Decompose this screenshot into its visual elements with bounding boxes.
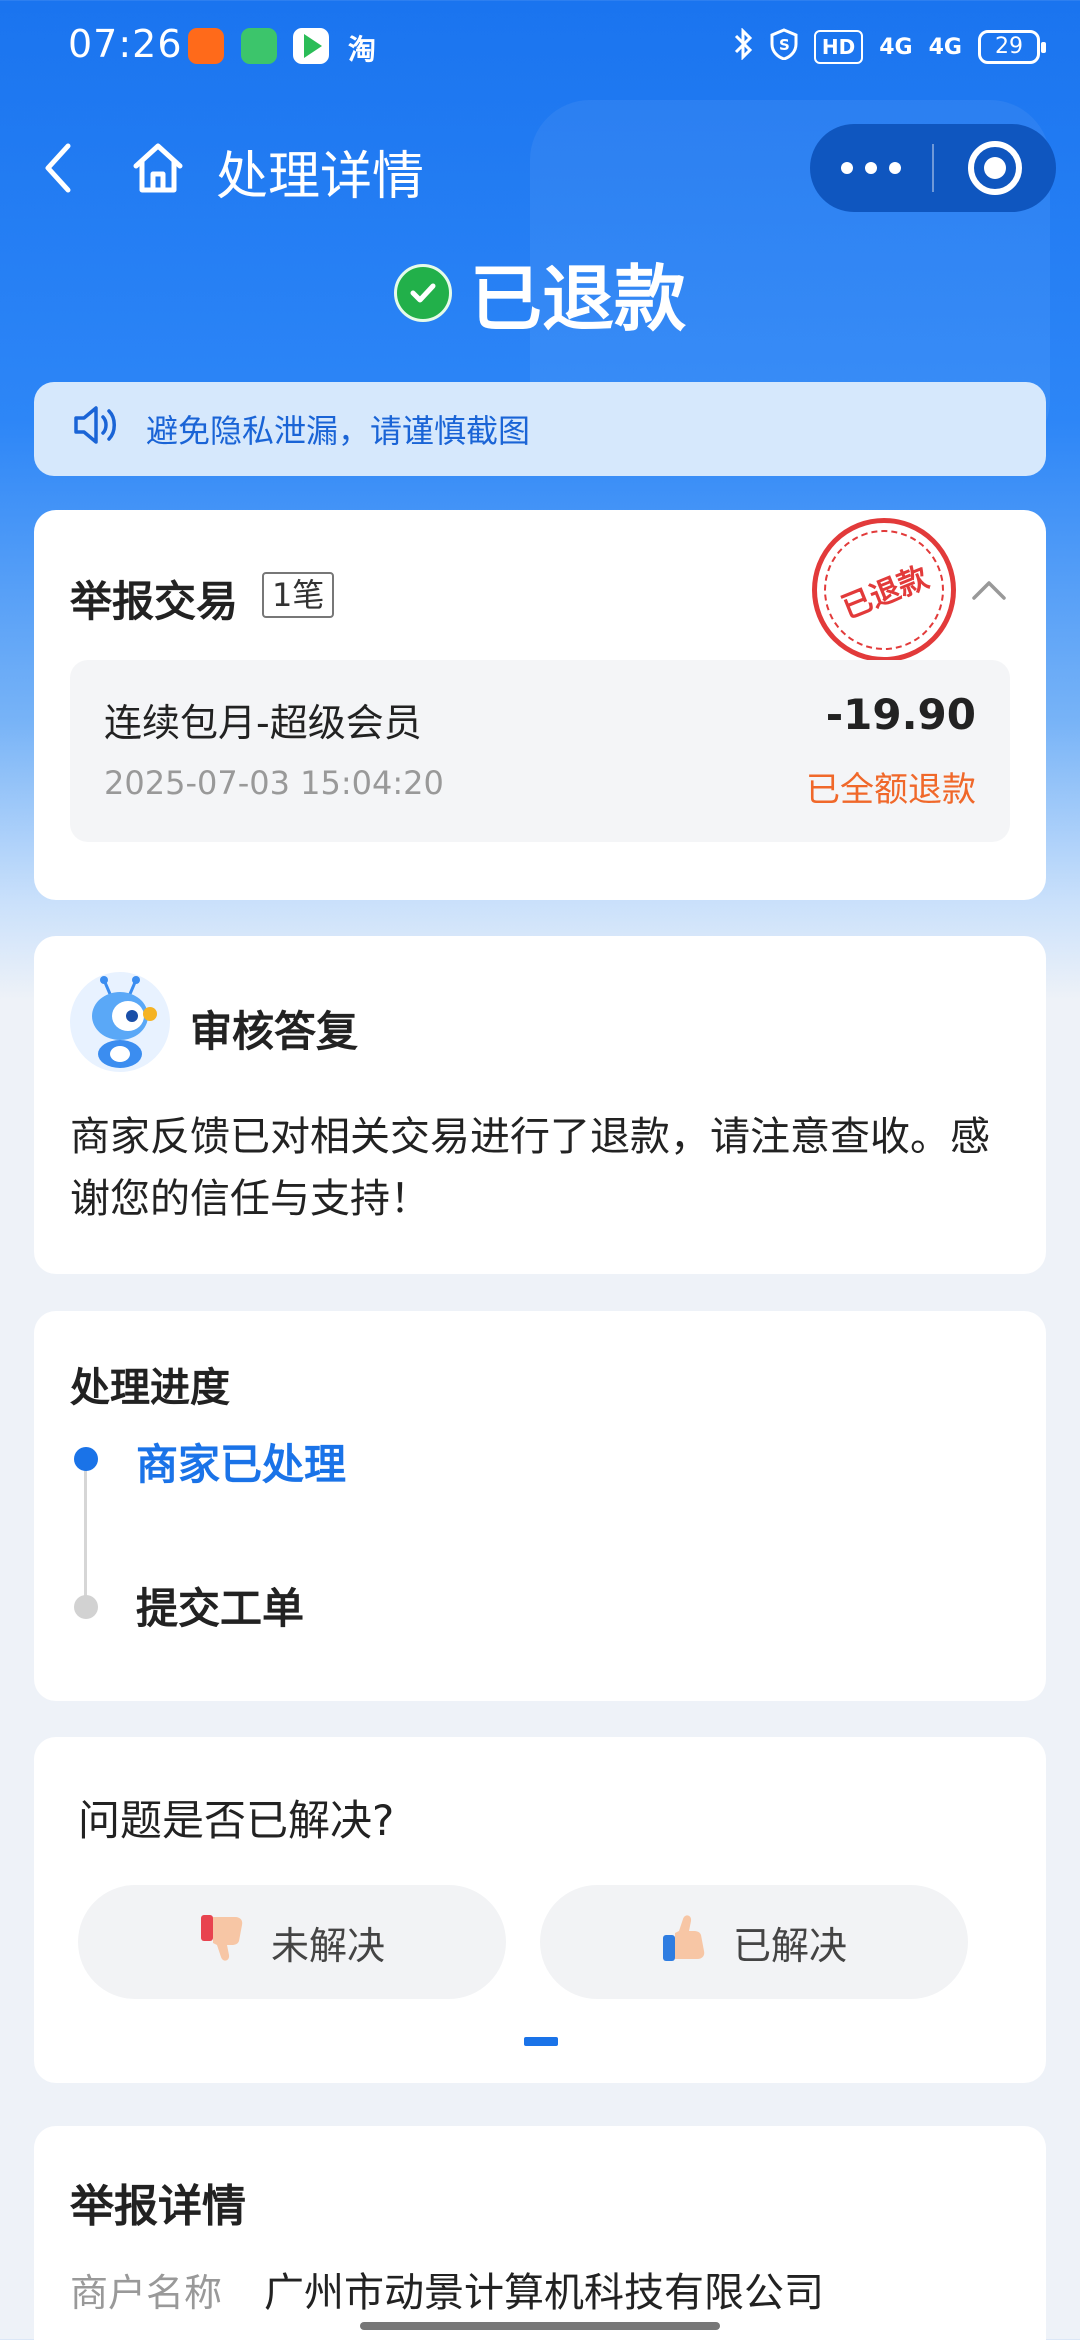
review-reply-card: 审核答复 商家反馈已对相关交易进行了退款，请注意查收。感谢您的信任与支持！ xyxy=(34,936,1046,1274)
speaker-icon xyxy=(72,403,120,455)
progress-timeline-line xyxy=(84,1459,87,1607)
page-title: 处理详情 xyxy=(216,147,425,207)
check-circle-icon xyxy=(393,263,452,322)
signal-4g-1: 4G xyxy=(879,34,913,60)
thumbs-up-icon xyxy=(661,1911,711,1974)
messages-icon xyxy=(241,28,277,64)
progress-step-merchant-processed: 商家已处理 xyxy=(136,1440,347,1489)
transaction-amount: -19.90 xyxy=(825,690,976,739)
home-icon xyxy=(133,143,183,193)
thumbs-down-icon xyxy=(199,1911,249,1974)
kuaishou-icon xyxy=(188,28,224,64)
more-dot-icon xyxy=(889,162,901,174)
refund-status-header: 已退款 xyxy=(0,240,1080,345)
chevron-up-icon[interactable] xyxy=(970,576,1008,604)
refunded-stamp-text: 已退款 xyxy=(805,511,963,669)
status-indicators: S HD 4G 4G 29 xyxy=(732,27,1046,66)
back-button[interactable] xyxy=(36,138,86,198)
taobao-icon: 淘 xyxy=(348,33,377,66)
home-button[interactable] xyxy=(130,140,186,196)
chevron-left-icon xyxy=(45,143,71,193)
home-indicator[interactable] xyxy=(360,2322,720,2330)
transaction-section-title: 举报交易 xyxy=(70,577,239,626)
more-dot-icon xyxy=(865,162,877,174)
bluetooth-icon xyxy=(732,27,754,66)
shield-s-icon: S xyxy=(770,28,798,66)
merchant-name-value: 广州市动景计算机科技有限公司 xyxy=(264,2270,824,2316)
solved-button[interactable]: 已解决 xyxy=(540,1885,968,1999)
status-bar: 07:26 淘 S HD 4G 4G 29 xyxy=(0,0,1080,100)
review-reply-body: 商家反馈已对相关交易进行了退款，请注意查收。感谢您的信任与支持！ xyxy=(70,1114,990,1222)
more-dot-icon xyxy=(841,162,853,174)
navigation-bar: 处理详情 xyxy=(0,110,1080,220)
progress-dot-inactive xyxy=(74,1595,98,1619)
more-button[interactable] xyxy=(810,124,932,212)
report-detail-card: 举报详情 商户名称 广州市动景计算机科技有限公司 xyxy=(34,2126,1046,2340)
unsolved-label: 未解决 xyxy=(270,1923,385,1968)
resolution-feedback-card: 问题是否已解决? 未解决 已解决 xyxy=(34,1737,1046,2083)
refunded-stamp: 已退款 xyxy=(805,511,963,669)
processing-progress-card: 处理进度 商家已处理 提交工单 xyxy=(34,1311,1046,1701)
battery-indicator: 29 xyxy=(978,30,1046,64)
svg-text:S: S xyxy=(779,36,790,54)
transaction-time: 2025-07-03 15:04:20 xyxy=(104,764,444,802)
merchant-name-label: 商户名称 xyxy=(70,2271,223,2315)
transaction-row[interactable]: 连续包月-超级会员 -19.90 2025-07-03 15:04:20 已全额… xyxy=(70,660,1010,842)
target-icon xyxy=(968,141,1022,195)
progress-title: 处理进度 xyxy=(70,1365,230,1411)
progress-dot-active xyxy=(74,1447,98,1471)
ant-robot-avatar xyxy=(70,972,170,1072)
progress-step-submit-ticket: 提交工单 xyxy=(136,1584,305,1633)
status-time: 07:26 xyxy=(68,22,183,66)
close-mini-program-button[interactable] xyxy=(934,124,1056,212)
mini-program-capsule xyxy=(810,124,1056,212)
hd-badge: HD xyxy=(813,30,864,64)
review-reply-title: 审核答复 xyxy=(190,1007,359,1056)
transaction-item-name: 连续包月-超级会员 xyxy=(104,701,422,745)
privacy-notice-text: 避免隐私泄漏，请谨慎截图 xyxy=(146,412,531,450)
unsolved-button[interactable]: 未解决 xyxy=(78,1885,506,1999)
privacy-notice: 避免隐私泄漏，请谨慎截图 xyxy=(34,382,1046,476)
transaction-refund-status: 已全额退款 xyxy=(806,770,976,810)
video-icon xyxy=(293,28,329,64)
signal-4g-2: 4G xyxy=(928,34,962,60)
report-detail-title: 举报详情 xyxy=(70,2181,246,2232)
resolution-question: 问题是否已解决? xyxy=(78,1796,395,1845)
pager-indicator xyxy=(524,2037,558,2046)
refund-status-text: 已退款 xyxy=(469,257,686,341)
reported-transaction-card: 举报交易 1笔 已退款 连续包月-超级会员 -19.90 2025-07-03 … xyxy=(34,510,1046,900)
solved-label: 已解决 xyxy=(732,1923,847,1968)
transaction-count-badge: 1笔 xyxy=(262,572,335,618)
